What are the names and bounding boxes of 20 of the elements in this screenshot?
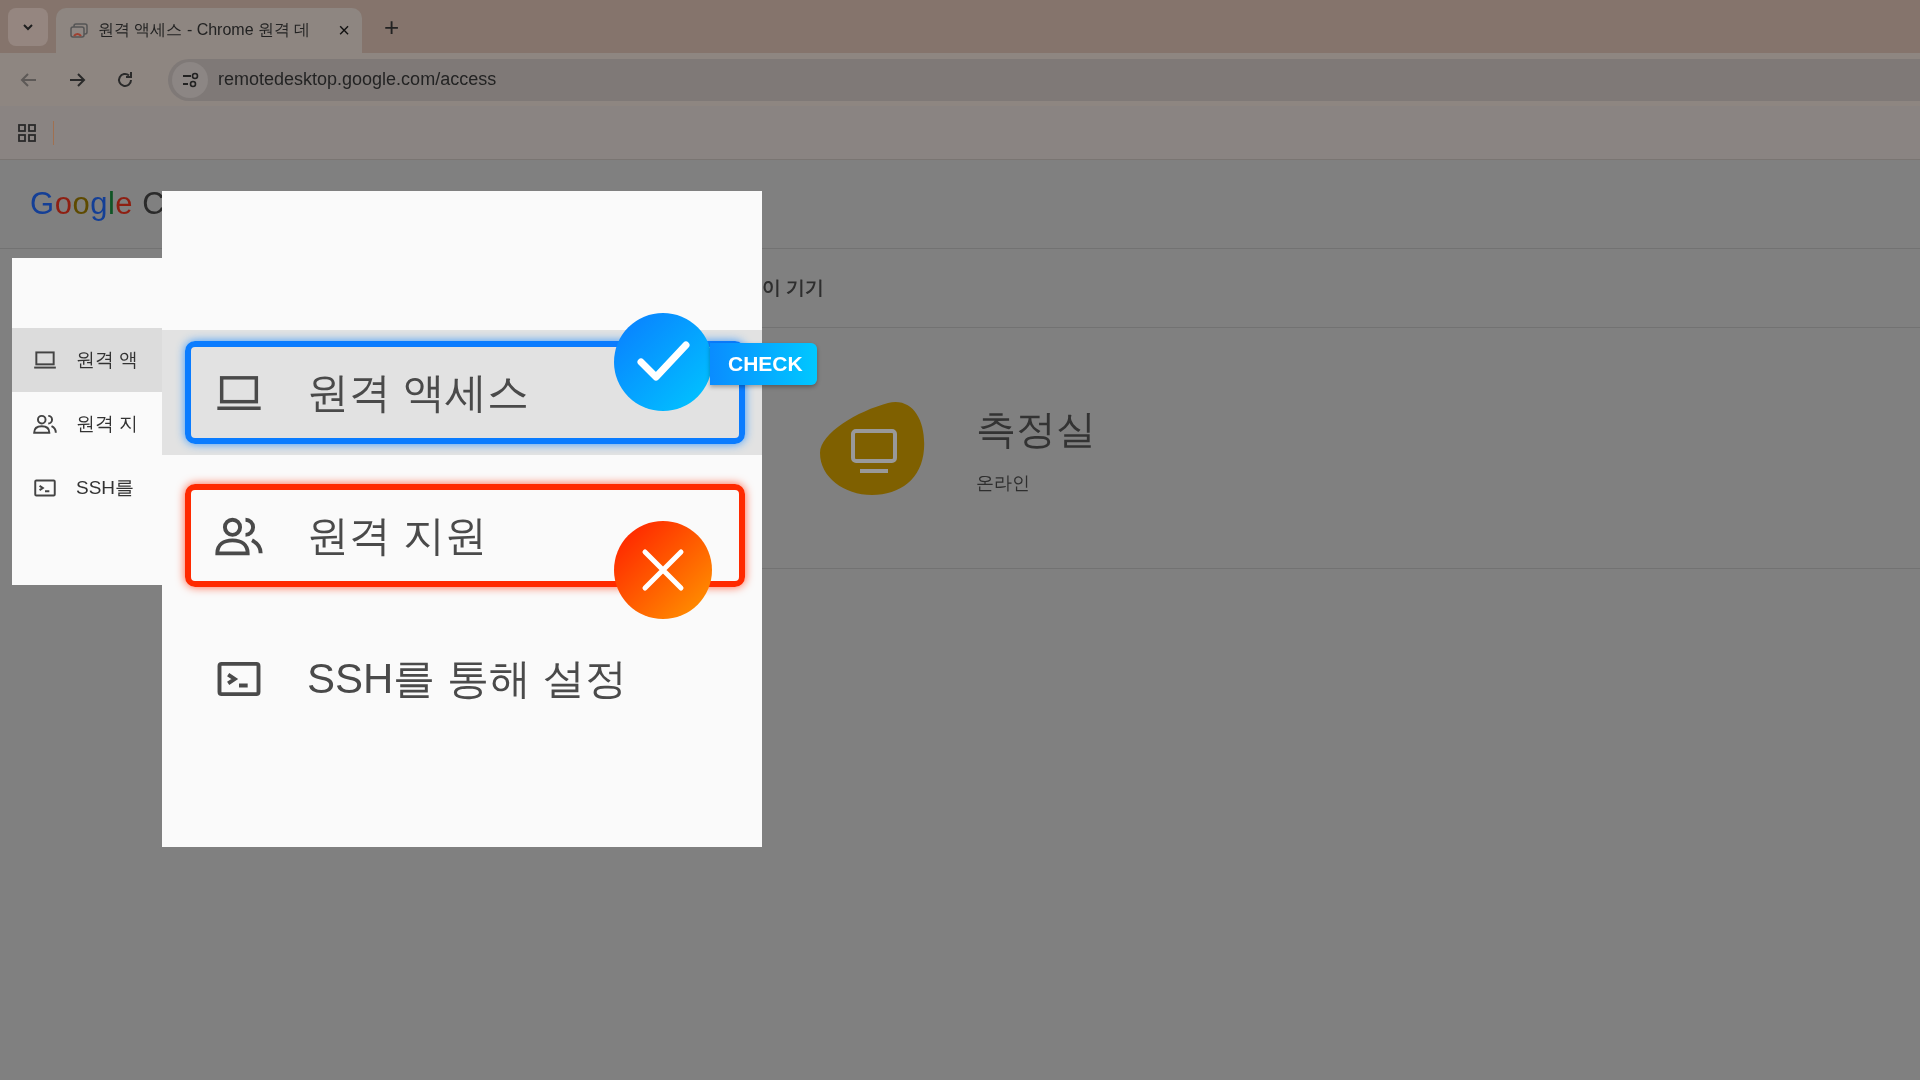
address-bar[interactable]: remotedesktop.google.com/access [168,58,1920,101]
sidebar-item[interactable]: 원격 액 [12,328,162,392]
apps-grid-icon[interactable] [17,122,37,143]
remote-desktop-favicon [70,21,88,40]
section-tab[interactable]: 이 기기 [762,275,825,301]
check-label: CHECK [710,343,817,385]
site-info-icon[interactable] [172,61,208,98]
menu-item[interactable]: SSH를 통해 설정 [185,627,745,730]
logo: Google C [30,186,166,222]
sidebar-item[interactable]: 원격 지 [12,392,162,456]
tab-title: 원격 액세스 - Chrome 원격 데 [98,20,312,40]
url-text: remotedesktop.google.com/access [218,69,497,90]
close-tab-button[interactable]: × [338,19,350,42]
new-tab-button[interactable]: + [384,12,400,43]
browser-tab[interactable]: 원격 액세스 - Chrome 원격 데 × [56,8,362,53]
sidebar-item[interactable]: SSH를 [12,456,162,520]
menu-item[interactable]: 원격 지원 [185,484,745,587]
monitor-icon [818,401,926,495]
device-status: 온라인 [976,471,1031,495]
device-name: 측정실 [976,405,1096,453]
